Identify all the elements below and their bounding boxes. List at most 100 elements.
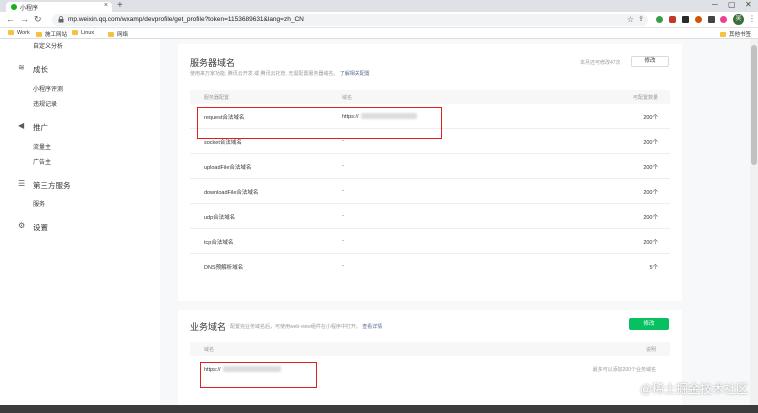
sidebar: 自定义分析 ≋ 成长 小程序评测 违规记录 ◀ 推广 流量主 广告主 ☰ 第三方… — [0, 39, 160, 405]
sidebar-item-evaluation[interactable]: 小程序评测 — [33, 84, 63, 93]
profile-avatar[interactable]: 吴 — [733, 14, 744, 25]
table-row: DNS预解析域名 - 5个 — [190, 254, 670, 279]
business-domain-highlight — [200, 362, 317, 388]
bookmark-item[interactable]: 施工网站 — [36, 30, 67, 38]
row-count: 200个 — [643, 240, 658, 246]
wechat-favicon-icon — [11, 4, 17, 10]
row-domain: - — [342, 263, 344, 269]
extension-icon[interactable] — [695, 16, 702, 23]
business-domain-card: 业务域名 配置完业务域名后，可使用web-view组件在小程序中打开。 查看详情… — [178, 310, 682, 405]
row-type: socket合法域名 — [204, 140, 242, 146]
address-toolbar: ← → ↻ mp.weixin.qq.com/wxamp/devprofile/… — [0, 12, 758, 28]
extension-icon[interactable] — [669, 16, 676, 23]
row-count: 200个 — [643, 115, 658, 121]
browser-window: 小程序 × + ─ ▢ ✕ ← → ↻ mp.weixin.qq.com/wxa… — [0, 0, 758, 413]
table-row: downloadFile合法域名 - 200个 — [190, 179, 670, 204]
extension-icon[interactable] — [720, 16, 727, 23]
row-domain: - — [342, 213, 344, 219]
table-header: 服务器配置 域名 可配置数量 — [190, 90, 670, 104]
row-count: 200个 — [643, 215, 658, 221]
extension-icon[interactable] — [656, 16, 663, 23]
sidebar-section-third-party[interactable]: 第三方服务 — [33, 180, 71, 191]
sidebar-item-service[interactable]: 服务 — [33, 199, 45, 208]
business-domain-title: 业务域名 — [190, 322, 227, 332]
details-link[interactable]: 查看详情 — [362, 324, 382, 330]
folder-icon — [720, 32, 726, 37]
business-domain-description: 配置完业务域名后，可使用web-view组件在小程序中打开。 查看详情 — [230, 324, 383, 330]
maximize-icon[interactable]: ▢ — [728, 0, 736, 9]
sidebar-item-custom-analysis[interactable]: 自定义分析 — [33, 41, 63, 50]
gear-icon: ⚙ — [18, 221, 26, 230]
server-domain-title: 服务器域名 — [190, 58, 236, 68]
bottom-bar — [0, 405, 758, 413]
row-count: 200个 — [643, 140, 658, 146]
forward-icon[interactable]: → — [20, 14, 29, 24]
header-count: 可配置数量 — [632, 95, 658, 101]
row-type: tcp合法域名 — [204, 240, 234, 246]
address-bar[interactable]: mp.weixin.qq.com/wxamp/devprofile/get_pr… — [52, 14, 648, 26]
sidebar-item-violations[interactable]: 违规记录 — [33, 99, 57, 108]
window-close-icon[interactable]: ✕ — [745, 0, 752, 9]
bookmark-star-icon[interactable]: ☆ — [627, 15, 634, 24]
sidebar-section-settings[interactable]: 设置 — [33, 222, 48, 233]
table-header: 域名 说明 — [190, 342, 670, 356]
minimize-icon[interactable]: ─ — [712, 0, 718, 9]
header-domain: 域名 — [204, 347, 215, 353]
growth-icon: ≋ — [18, 63, 25, 72]
row-type: downloadFile合法域名 — [204, 190, 259, 196]
config-help-link[interactable]: 了解相关配置 — [340, 71, 370, 77]
watermark-text: @稀土掘金技术社区 — [639, 382, 748, 396]
bookmark-item[interactable]: 网络 — [108, 30, 128, 38]
row-domain: - — [342, 163, 344, 169]
request-row-highlight — [197, 107, 442, 139]
back-icon[interactable]: ← — [6, 14, 15, 24]
server-domain-description: 使用来万家功能, 腾讯云开发 或 腾讯云托管, 无需配置服务器域名。 了解相关配… — [190, 71, 370, 77]
new-tab-button[interactable]: + — [117, 0, 123, 11]
table-row: uploadFile合法域名 - 200个 — [190, 154, 670, 179]
sidebar-item-traffic[interactable]: 流量主 — [33, 142, 51, 151]
folder-icon — [72, 30, 78, 35]
row-note: 最多可以添加200个业务域名 — [592, 367, 656, 373]
server-domain-card: 服务器域名 使用来万家功能, 腾讯云开发 或 腾讯云托管, 无需配置服务器域名。… — [178, 44, 682, 301]
header-note: 说明 — [645, 347, 656, 353]
bookmark-other[interactable]: 其他书签 — [720, 30, 751, 38]
share-icon[interactable]: ⇪ — [638, 15, 644, 23]
extension-icon[interactable] — [708, 16, 715, 23]
lock-icon — [58, 16, 64, 23]
page-scrollbar[interactable] — [750, 39, 758, 405]
row-type: udp合法域名 — [204, 215, 236, 221]
row-count: 200个 — [643, 190, 658, 196]
sidebar-section-promote[interactable]: 推广 — [33, 122, 48, 133]
menu-icon[interactable]: ⋮ — [748, 14, 756, 23]
bookmark-item[interactable]: Linux — [72, 30, 94, 36]
page-content: 自定义分析 ≋ 成长 小程序评测 违规记录 ◀ 推广 流量主 广告主 ☰ 第三方… — [0, 39, 758, 405]
table-row: udp合法域名 - 200个 — [190, 204, 670, 229]
table-row: tcp合法域名 - 200个 — [190, 229, 670, 254]
row-type: uploadFile合法域名 — [204, 165, 252, 171]
row-domain: - — [342, 238, 344, 244]
header-type: 服务器配置 — [204, 95, 230, 101]
scrollbar-thumb[interactable] — [751, 45, 757, 165]
bookmark-item[interactable]: Work — [8, 30, 30, 36]
folder-icon — [36, 32, 42, 37]
row-count: 5个 — [649, 265, 658, 271]
row-count: 200个 — [643, 165, 658, 171]
row-domain: - — [342, 188, 344, 194]
tab-close-icon[interactable]: × — [104, 2, 108, 9]
tab-title: 小程序 — [20, 6, 39, 12]
bookmarks-bar: Work 施工网站 Linux 网络 其他书签 — [0, 28, 758, 39]
third-party-icon: ☰ — [18, 179, 26, 188]
folder-icon — [8, 30, 14, 35]
tab-strip: 小程序 × + ─ ▢ ✕ — [0, 0, 758, 12]
sidebar-item-advertiser[interactable]: 广告主 — [33, 157, 51, 166]
tab-miniprogram[interactable]: 小程序 × — [6, 2, 112, 12]
reload-icon[interactable]: ↻ — [34, 14, 42, 25]
sidebar-section-growth[interactable]: 成长 — [33, 64, 48, 75]
extension-icon[interactable] — [682, 16, 689, 23]
folder-icon — [108, 32, 114, 37]
business-domain-edit-button[interactable]: 修改 — [629, 318, 669, 330]
megaphone-icon: ◀ — [18, 121, 25, 130]
server-domain-edit-button[interactable]: 修改 — [631, 56, 669, 67]
row-type: DNS预解析域名 — [204, 265, 244, 271]
url-text: mp.weixin.qq.com/wxamp/devprofile/get_pr… — [68, 16, 304, 23]
